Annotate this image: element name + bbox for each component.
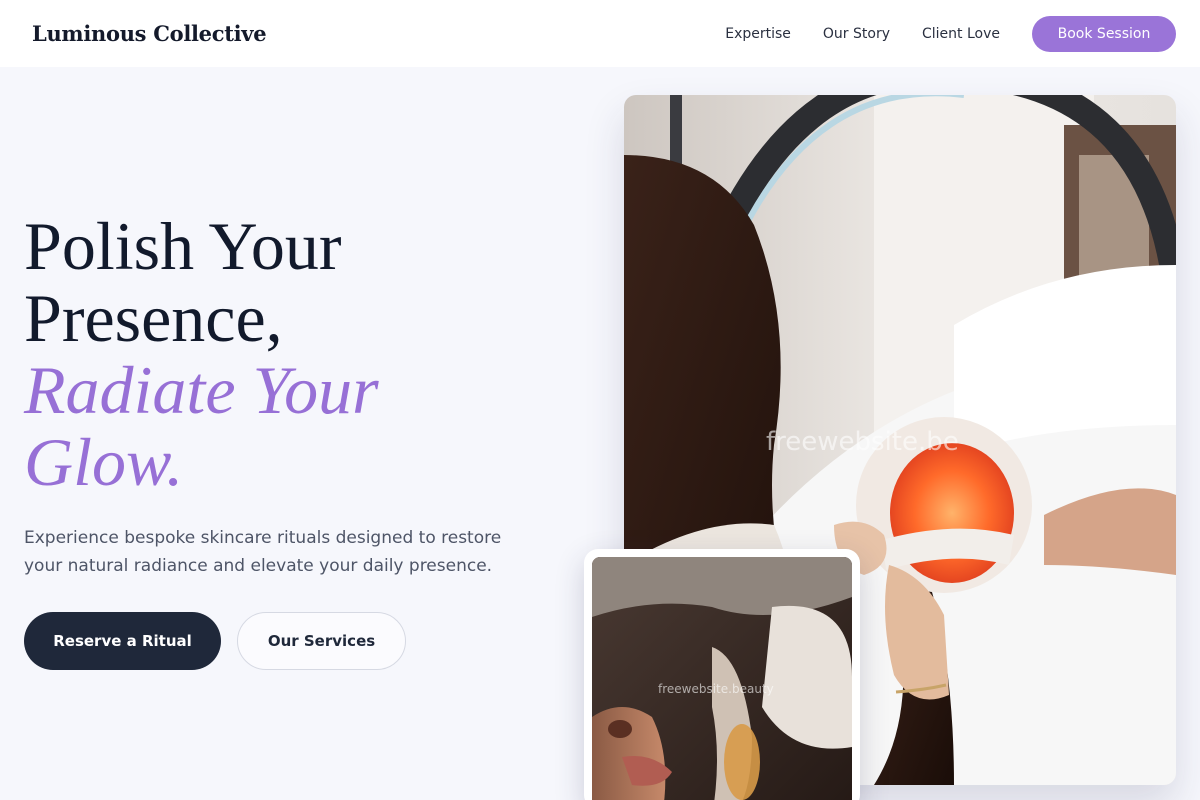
hero-inset-photo: freewebsite.beauty bbox=[592, 557, 852, 800]
inset-photo-watermark: freewebsite.beauty bbox=[658, 682, 774, 696]
headline-line-1: Polish Your bbox=[24, 208, 342, 284]
book-session-button[interactable]: Book Session bbox=[1032, 15, 1176, 52]
headline-line-2: Presence, bbox=[24, 280, 283, 356]
hero-headline: Polish Your Presence, Radiate Your Glow. bbox=[24, 210, 584, 498]
reserve-ritual-button[interactable]: Reserve a Ritual bbox=[24, 612, 221, 670]
headline-accent-line-1: Radiate Your bbox=[24, 352, 379, 428]
hero-cta-group: Reserve a Ritual Our Services bbox=[24, 612, 584, 670]
main-photo-watermark: freewebsite.be bbox=[766, 427, 959, 457]
hero-subtext: Experience bespoke skincare rituals desi… bbox=[24, 528, 502, 576]
inset-photo-card: freewebsite.beauty bbox=[584, 549, 860, 800]
our-services-button[interactable]: Our Services bbox=[237, 612, 406, 670]
nav-link-client-love[interactable]: Client Love bbox=[922, 26, 1000, 42]
nav-link-expertise[interactable]: Expertise bbox=[725, 26, 791, 42]
facial-mask-application-photo: freewebsite.beauty bbox=[592, 557, 852, 800]
headline-accent-line-2: Glow. bbox=[24, 424, 184, 500]
top-navigation-bar: Luminous Collective Expertise Our Story … bbox=[0, 0, 1200, 67]
nav-link-our-story[interactable]: Our Story bbox=[823, 26, 890, 42]
hero-content: Polish Your Presence, Radiate Your Glow.… bbox=[24, 210, 584, 670]
brand-logo[interactable]: Luminous Collective bbox=[32, 21, 267, 46]
main-nav: Expertise Our Story Client Love Book Ses… bbox=[725, 15, 1176, 52]
